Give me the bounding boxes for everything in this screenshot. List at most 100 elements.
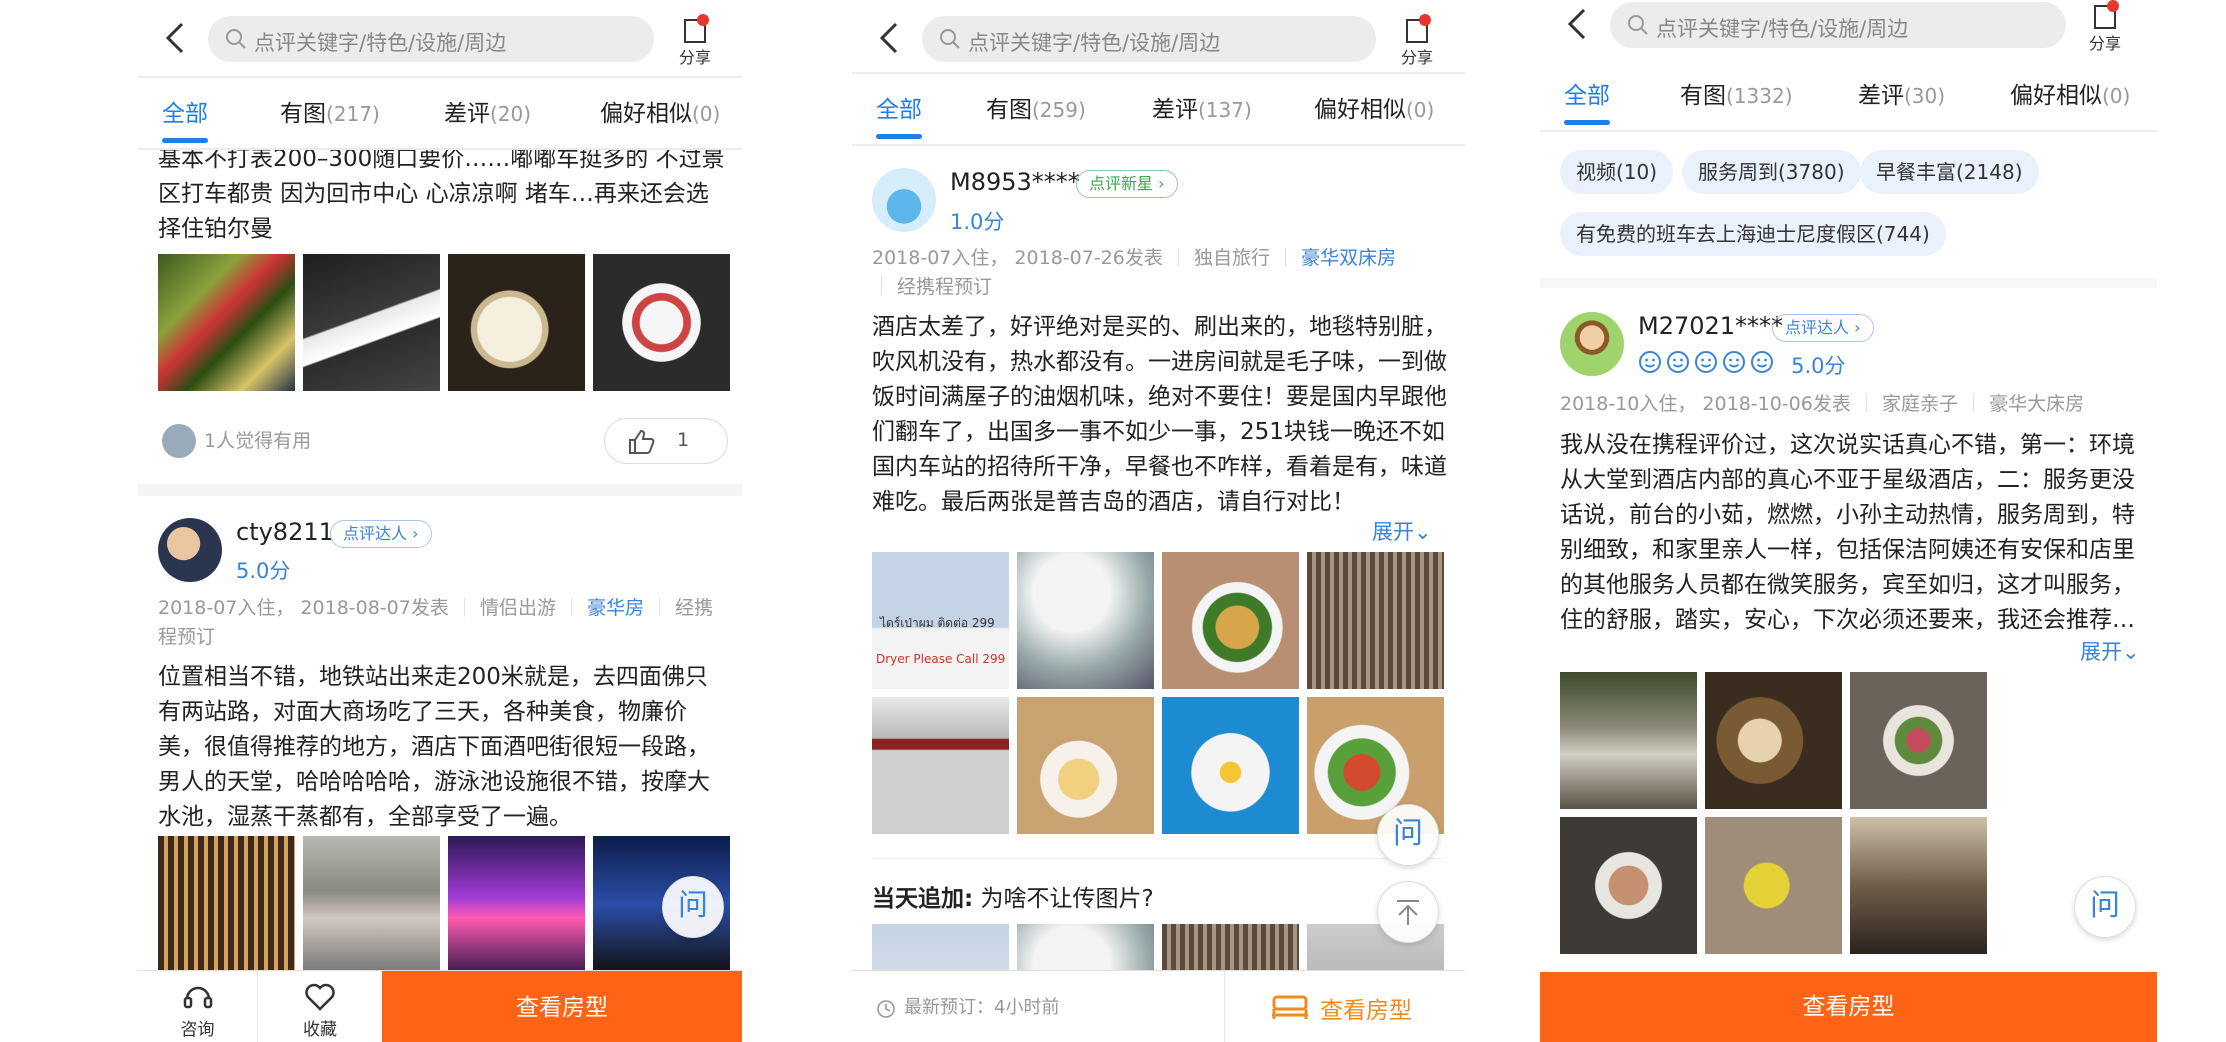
- back-arrow-icon[interactable]: [160, 18, 192, 58]
- expand-link[interactable]: 展开⌄: [1372, 516, 1432, 546]
- review-photo[interactable]: ไดร์เป่าผม ติดต่อ 299 Dryer Please Call …: [872, 552, 1009, 689]
- review-photo[interactable]: [1850, 672, 1987, 809]
- tab-count: (259): [1032, 98, 1086, 122]
- consult-button[interactable]: 咨询: [138, 971, 258, 1042]
- ask-button[interactable]: 问: [2074, 876, 2136, 938]
- review-photo[interactable]: [1560, 817, 1697, 954]
- badge-label: 点评新星: [1089, 174, 1154, 193]
- room-type[interactable]: 豪华双床房: [1301, 247, 1396, 269]
- review-photo[interactable]: [1307, 552, 1444, 689]
- username[interactable]: M8953****: [950, 168, 1080, 196]
- tab-with-photos[interactable]: 有图(1332): [1680, 76, 1793, 110]
- view-rooms-button[interactable]: 查看房型: [1224, 971, 1465, 1042]
- username[interactable]: M27021****: [1638, 312, 1783, 340]
- favorite-button[interactable]: 收藏: [258, 971, 382, 1042]
- review-photo[interactable]: [1560, 672, 1697, 809]
- tab-with-photos[interactable]: 有图(217): [280, 94, 380, 128]
- tag-chip[interactable]: 有免费的班车去上海迪士尼度假区(744): [1560, 212, 1946, 256]
- share-button[interactable]: 分享: [672, 14, 718, 70]
- screen-3: 视频(10) 服务周到(3780) 早餐丰富(2148) 有免费的班车去上海迪士…: [1540, 0, 2157, 1042]
- tab-all[interactable]: 全部: [162, 94, 208, 128]
- review-score: 5.0分: [236, 559, 291, 583]
- review-photo[interactable]: [1162, 697, 1299, 834]
- ask-label: 问: [2090, 888, 2120, 923]
- like-button[interactable]: 1: [604, 418, 728, 464]
- expand-label: 展开: [2080, 640, 2122, 664]
- back-arrow-icon[interactable]: [874, 18, 906, 58]
- ask-button[interactable]: 问: [1377, 804, 1439, 866]
- review-photo[interactable]: [158, 836, 295, 973]
- tab-all[interactable]: 全部: [876, 90, 922, 124]
- tab-count: (137): [1198, 98, 1252, 122]
- tab-with-photos[interactable]: 有图(259): [986, 90, 1086, 124]
- tab-similar-preference[interactable]: 偏好相似(0): [1314, 90, 1434, 124]
- tab-negative[interactable]: 差评(20): [444, 94, 531, 128]
- review-dates: 2018-07入住， 2018-07-26发表: [872, 247, 1163, 269]
- tab-count: (0): [692, 102, 721, 126]
- search-input[interactable]: 点评关键字/特色/设施/周边: [1610, 2, 2066, 48]
- search-input[interactable]: 点评关键字/特色/设施/周边: [208, 16, 654, 62]
- bottom-bar: 最新预订：4小时前 查看房型: [852, 970, 1465, 1042]
- review-text: 我从没在携程评价过，这次说实话真心不错，第一：环境从大堂到酒店内部的真心不亚于星…: [1560, 432, 2135, 633]
- view-rooms-button[interactable]: 查看房型: [1540, 972, 2157, 1042]
- share-button[interactable]: 分享: [2082, 0, 2128, 56]
- review-dates: 2018-07入住， 2018-08-07发表: [158, 597, 449, 619]
- review-photo[interactable]: [593, 254, 730, 391]
- back-arrow-icon[interactable]: [1562, 4, 1594, 44]
- tag-chip[interactable]: 早餐丰富(2148): [1860, 150, 2039, 194]
- review-photo[interactable]: [1850, 817, 1987, 954]
- user-badge[interactable]: 点评达人 ›: [1772, 314, 1874, 342]
- tab-negative[interactable]: 差评(30): [1858, 76, 1945, 110]
- expand-label: 展开: [1372, 520, 1414, 544]
- back-to-top-button[interactable]: [1377, 881, 1439, 943]
- share-label: 分享: [1400, 48, 1433, 67]
- review-photo[interactable]: [303, 254, 440, 391]
- username[interactable]: cty8211: [236, 518, 334, 546]
- headset-icon: [183, 986, 212, 1009]
- tab-all[interactable]: 全部: [1564, 76, 1610, 110]
- view-rooms-button[interactable]: 查看房型: [382, 971, 742, 1042]
- share-label: 分享: [2088, 34, 2121, 53]
- smile-face-icon: [1723, 351, 1745, 373]
- review-photo[interactable]: [872, 697, 1009, 834]
- expand-link[interactable]: 展开⌄: [2080, 636, 2140, 666]
- review-photo[interactable]: [1017, 552, 1154, 689]
- photo-sign-thai: ไดร์เป่าผม ติดต่อ 299: [880, 616, 995, 630]
- active-tab-underline: [876, 134, 922, 139]
- smile-face-icon: [1751, 351, 1773, 373]
- user-badge[interactable]: 点评新星 ›: [1076, 170, 1178, 198]
- review-photo[interactable]: [303, 836, 440, 973]
- bed-icon: [1272, 995, 1308, 1019]
- divider: [872, 858, 1445, 859]
- user-badge[interactable]: 点评达人 ›: [330, 520, 432, 548]
- review-photo[interactable]: [158, 254, 295, 391]
- review-filter-tabs: 全部 有图(259) 差评(137) 偏好相似(0): [852, 74, 1465, 146]
- avatar[interactable]: [1560, 312, 1624, 376]
- avatar[interactable]: [158, 518, 222, 582]
- tab-similar-preference[interactable]: 偏好相似(0): [600, 94, 720, 128]
- tag-chip[interactable]: 服务周到(3780): [1682, 150, 1861, 194]
- review-photo[interactable]: [1162, 552, 1299, 689]
- tab-negative[interactable]: 差评(137): [1152, 90, 1252, 124]
- thumbs-up-icon: [629, 429, 655, 454]
- avatar[interactable]: [872, 168, 936, 232]
- review-photo[interactable]: [1705, 817, 1842, 954]
- share-button[interactable]: 分享: [1394, 14, 1440, 70]
- ask-button[interactable]: 问: [662, 876, 724, 938]
- review-photo[interactable]: [1705, 672, 1842, 809]
- helpful-count: 1人觉得有用: [204, 430, 312, 452]
- share-label: 分享: [678, 48, 711, 67]
- screen-1: 基本不打表200–300随口要价……嘟嘟车挺多的 不过景区打车都贵 因为回市中心…: [138, 0, 742, 1042]
- review-dates: 2018-10入住， 2018-10-06发表: [1560, 393, 1851, 415]
- review-photo[interactable]: [1017, 697, 1154, 834]
- clock-icon: [877, 1000, 895, 1018]
- review-photo[interactable]: [448, 836, 585, 973]
- room-type[interactable]: 豪华房: [587, 597, 644, 619]
- tab-label: 差评: [1152, 97, 1198, 123]
- search-input[interactable]: 点评关键字/特色/设施/周边: [922, 16, 1376, 62]
- tag-chip[interactable]: 视频(10): [1560, 150, 1674, 194]
- review-photo[interactable]: [448, 254, 585, 391]
- search-placeholder: 点评关键字/特色/设施/周边: [254, 31, 507, 55]
- tab-similar-preference[interactable]: 偏好相似(0): [2010, 76, 2130, 110]
- trip-type: 独自旅行: [1193, 247, 1270, 269]
